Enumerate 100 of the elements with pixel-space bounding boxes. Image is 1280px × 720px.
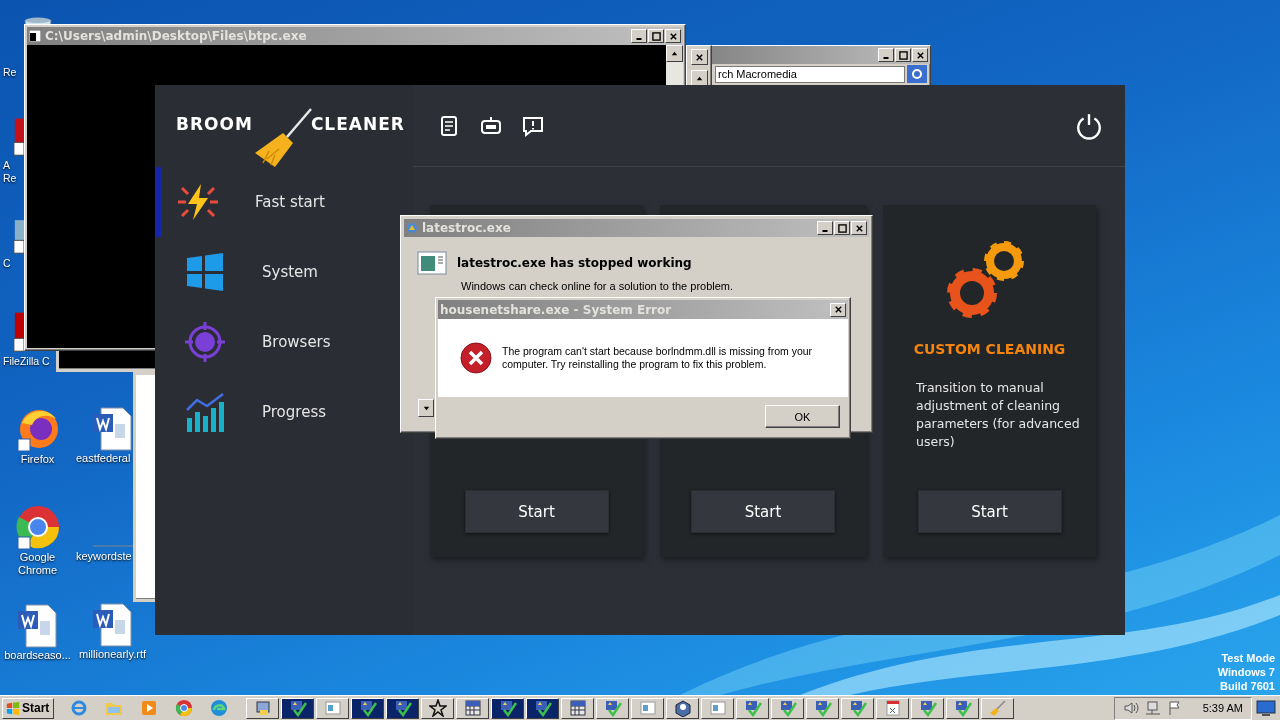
start-button[interactable]: Start [917, 490, 1062, 533]
setup-icon [533, 699, 552, 717]
task-button[interactable] [526, 697, 559, 719]
scroll-up-button[interactable] [690, 70, 708, 86]
task-button[interactable] [631, 697, 664, 719]
window-title: latestroc.exe [422, 221, 511, 235]
window-title: C:\Users\admin\Desktop\Files\btpc.exe [45, 29, 307, 43]
task-button[interactable] [351, 697, 384, 719]
task-button[interactable] [981, 697, 1014, 719]
grid-icon [463, 699, 482, 717]
setup-icon [918, 699, 937, 717]
task-button[interactable] [771, 697, 804, 719]
task-button[interactable] [666, 697, 699, 719]
broom-icon [988, 699, 1007, 717]
program-icon [417, 251, 447, 275]
card-description: Transition to manual adjustment of cleaning parameters (for advanced users) [915, 379, 1080, 451]
search-field[interactable]: rch Macromedia [715, 65, 905, 83]
error-message: The program can't start because borlndmm.dll is missing from your computer. Try reinstalling the program to fix this problem. [502, 345, 814, 371]
flag-icon[interactable] [1166, 700, 1183, 716]
task-button[interactable] [491, 697, 524, 719]
logo-text: BROOM [176, 114, 253, 134]
task-button[interactable] [246, 697, 279, 719]
task-button[interactable] [946, 697, 979, 719]
icon-label: Google [19, 551, 56, 564]
maximize-button[interactable] [895, 48, 911, 62]
icon-label: Re [2, 172, 17, 185]
console-icon [29, 30, 41, 42]
close-icon [694, 52, 704, 62]
task-button[interactable] [386, 697, 419, 719]
dialog-heading: latestroc.exe has stopped working [457, 256, 692, 270]
close-button[interactable] [851, 221, 867, 235]
task-button[interactable] [281, 697, 314, 719]
star-icon [428, 699, 447, 717]
minimize-button[interactable] [631, 29, 647, 43]
minimize-button[interactable] [878, 48, 894, 62]
start-logo-icon [6, 701, 20, 715]
maximize-icon [651, 31, 661, 41]
task-button[interactable] [421, 697, 454, 719]
task-button[interactable] [561, 697, 594, 719]
start-button[interactable]: Start [2, 697, 54, 719]
setup-icon [813, 699, 832, 717]
logo-text: CLEANER [310, 114, 405, 134]
os-notice: Windows 7 [1217, 665, 1275, 679]
clock[interactable]: 5:39 AM [1202, 702, 1243, 714]
ok-button[interactable]: OK [765, 405, 840, 428]
os-notice: Build 7601 [1219, 679, 1275, 693]
window-title: housenetshare.exe - System Error [440, 302, 672, 317]
minimize-icon [636, 37, 642, 40]
close-icon [854, 223, 864, 233]
show-desktop-icon[interactable] [1256, 699, 1276, 717]
speaker-icon[interactable] [1122, 700, 1139, 716]
maximize-icon [898, 50, 908, 60]
icon-label: A [2, 159, 10, 172]
setup-icon [393, 699, 412, 717]
installer-icon [253, 699, 272, 717]
minimize-button[interactable] [817, 221, 833, 235]
details-button[interactable] [418, 399, 434, 417]
setup-icon [288, 699, 307, 717]
window-icon [323, 699, 342, 717]
start-button[interactable]: Start [464, 490, 609, 533]
task-button[interactable] [701, 697, 734, 719]
close-button[interactable] [830, 302, 846, 317]
task-button[interactable] [456, 697, 489, 719]
maximize-button[interactable] [834, 221, 850, 235]
window-icon [638, 699, 657, 717]
close-button[interactable] [665, 29, 681, 43]
dialog-text: Windows can check online for a solution to the problem. [461, 280, 735, 292]
task-button[interactable] [841, 697, 874, 719]
task-button[interactable] [596, 697, 629, 719]
nav-item[interactable]: Progress [155, 377, 413, 447]
close-button[interactable] [912, 48, 928, 62]
task-button[interactable] [911, 697, 944, 719]
icon-label: Chrome [17, 564, 58, 577]
setup-icon [743, 699, 762, 717]
grid-icon [568, 699, 587, 717]
setup-icon [603, 699, 622, 717]
setup-icon [848, 699, 867, 717]
task-button[interactable] [316, 697, 349, 719]
icon-label: FileZilla C [2, 355, 50, 368]
close-button[interactable] [690, 49, 708, 65]
error-icon [460, 342, 492, 374]
maximize-button[interactable] [648, 29, 664, 43]
os-notice: Test Mode [1221, 651, 1275, 665]
scroll-up-button[interactable] [666, 45, 683, 62]
setup-icon [358, 699, 377, 717]
task-button[interactable] [806, 697, 839, 719]
window-icon [708, 699, 727, 717]
start-button[interactable]: Start [691, 490, 835, 533]
icon-label: eastfederal [75, 452, 131, 465]
search-icon[interactable] [907, 65, 927, 83]
close-icon [668, 31, 678, 41]
power-icon[interactable] [1075, 111, 1103, 140]
chrome-icon[interactable] [175, 699, 193, 717]
minimize-icon [883, 56, 889, 59]
icon-label: millionearly.rtf [79, 648, 146, 661]
doc-icon [883, 699, 902, 717]
setup-icon [498, 699, 517, 717]
task-button[interactable] [876, 697, 909, 719]
network-icon[interactable] [1144, 700, 1161, 716]
task-button[interactable] [736, 697, 769, 719]
